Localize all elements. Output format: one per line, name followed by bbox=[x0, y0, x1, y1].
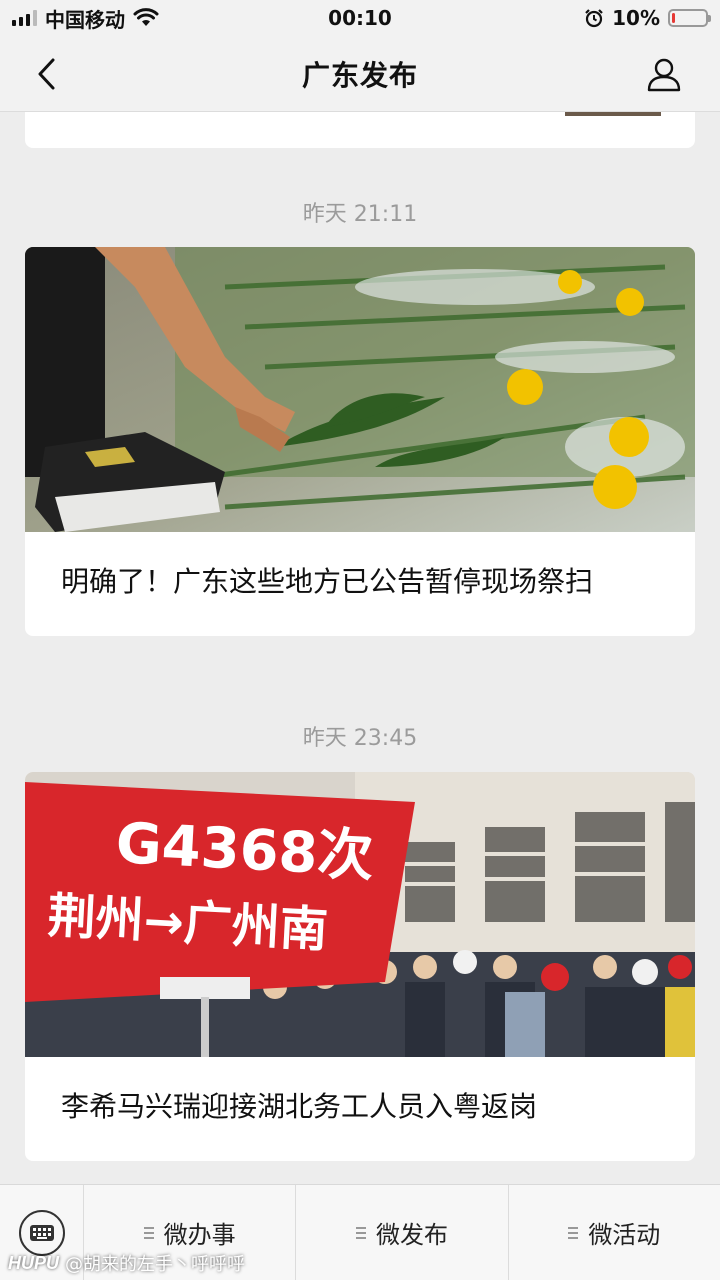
article-title[interactable]: 明确了！广东这些地方已公告暂停现场祭扫 bbox=[25, 532, 695, 636]
alarm-icon bbox=[585, 9, 603, 28]
message-feed: 昨天 21:11 明确了！广东这些地方已公告暂停现场祭扫 昨天 23:45 G4… bbox=[0, 112, 720, 1184]
menu-lines-icon bbox=[355, 1226, 366, 1239]
battery-percent: 10% bbox=[612, 6, 660, 30]
menu-label: 微办事 bbox=[163, 1221, 236, 1249]
status-bar: 中国移动 00:10 10% bbox=[0, 0, 720, 36]
menu-lines-icon bbox=[143, 1226, 154, 1239]
battery-level bbox=[672, 13, 676, 23]
thumbnail-edge bbox=[565, 112, 661, 116]
watermark-text: @胡来的左手丶呼呼呼 bbox=[65, 1254, 246, 1275]
status-right: 10% bbox=[584, 6, 711, 30]
menu-weifabu[interactable]: 微发布 bbox=[296, 1185, 509, 1280]
station-photo: G4368次 荆州→广州南 bbox=[25, 772, 695, 1057]
wifi-icon bbox=[133, 8, 159, 26]
chevron-left-icon[interactable] bbox=[28, 56, 64, 92]
timestamp: 昨天 21:11 bbox=[302, 202, 418, 227]
article-card[interactable]: G4368次 荆州→广州南 李希马兴瑞迎接湖北务工人员入粤返岗 bbox=[25, 772, 695, 1161]
watermark: HUPU @胡来的左手丶呼呼呼 bbox=[8, 1250, 245, 1276]
page-title: 广东发布 bbox=[301, 58, 418, 92]
article-image[interactable] bbox=[25, 247, 695, 532]
watermark-logo: HUPU bbox=[8, 1252, 60, 1273]
battery-icon bbox=[668, 9, 711, 27]
person-icon[interactable] bbox=[644, 54, 684, 94]
previous-article-card[interactable] bbox=[25, 112, 695, 148]
menu-weihuodong[interactable]: 微活动 bbox=[509, 1185, 720, 1280]
status-left: 中国移动 bbox=[12, 4, 159, 33]
nav-bar: 广东发布 bbox=[0, 36, 720, 112]
chrysanthemum-photo bbox=[25, 247, 695, 532]
timestamp: 昨天 23:45 bbox=[302, 726, 418, 751]
menu-label: 微发布 bbox=[375, 1221, 448, 1249]
signal-icon bbox=[12, 10, 37, 26]
sign-line-1: G4368次 bbox=[114, 811, 375, 889]
menu-label: 微活动 bbox=[588, 1221, 661, 1249]
article-image[interactable]: G4368次 荆州→广州南 bbox=[25, 772, 695, 1057]
menu-lines-icon bbox=[568, 1226, 579, 1239]
article-title[interactable]: 李希马兴瑞迎接湖北务工人员入粤返岗 bbox=[25, 1057, 695, 1161]
article-card[interactable]: 明确了！广东这些地方已公告暂停现场祭扫 bbox=[25, 247, 695, 636]
carrier-label: 中国移动 bbox=[45, 7, 125, 32]
